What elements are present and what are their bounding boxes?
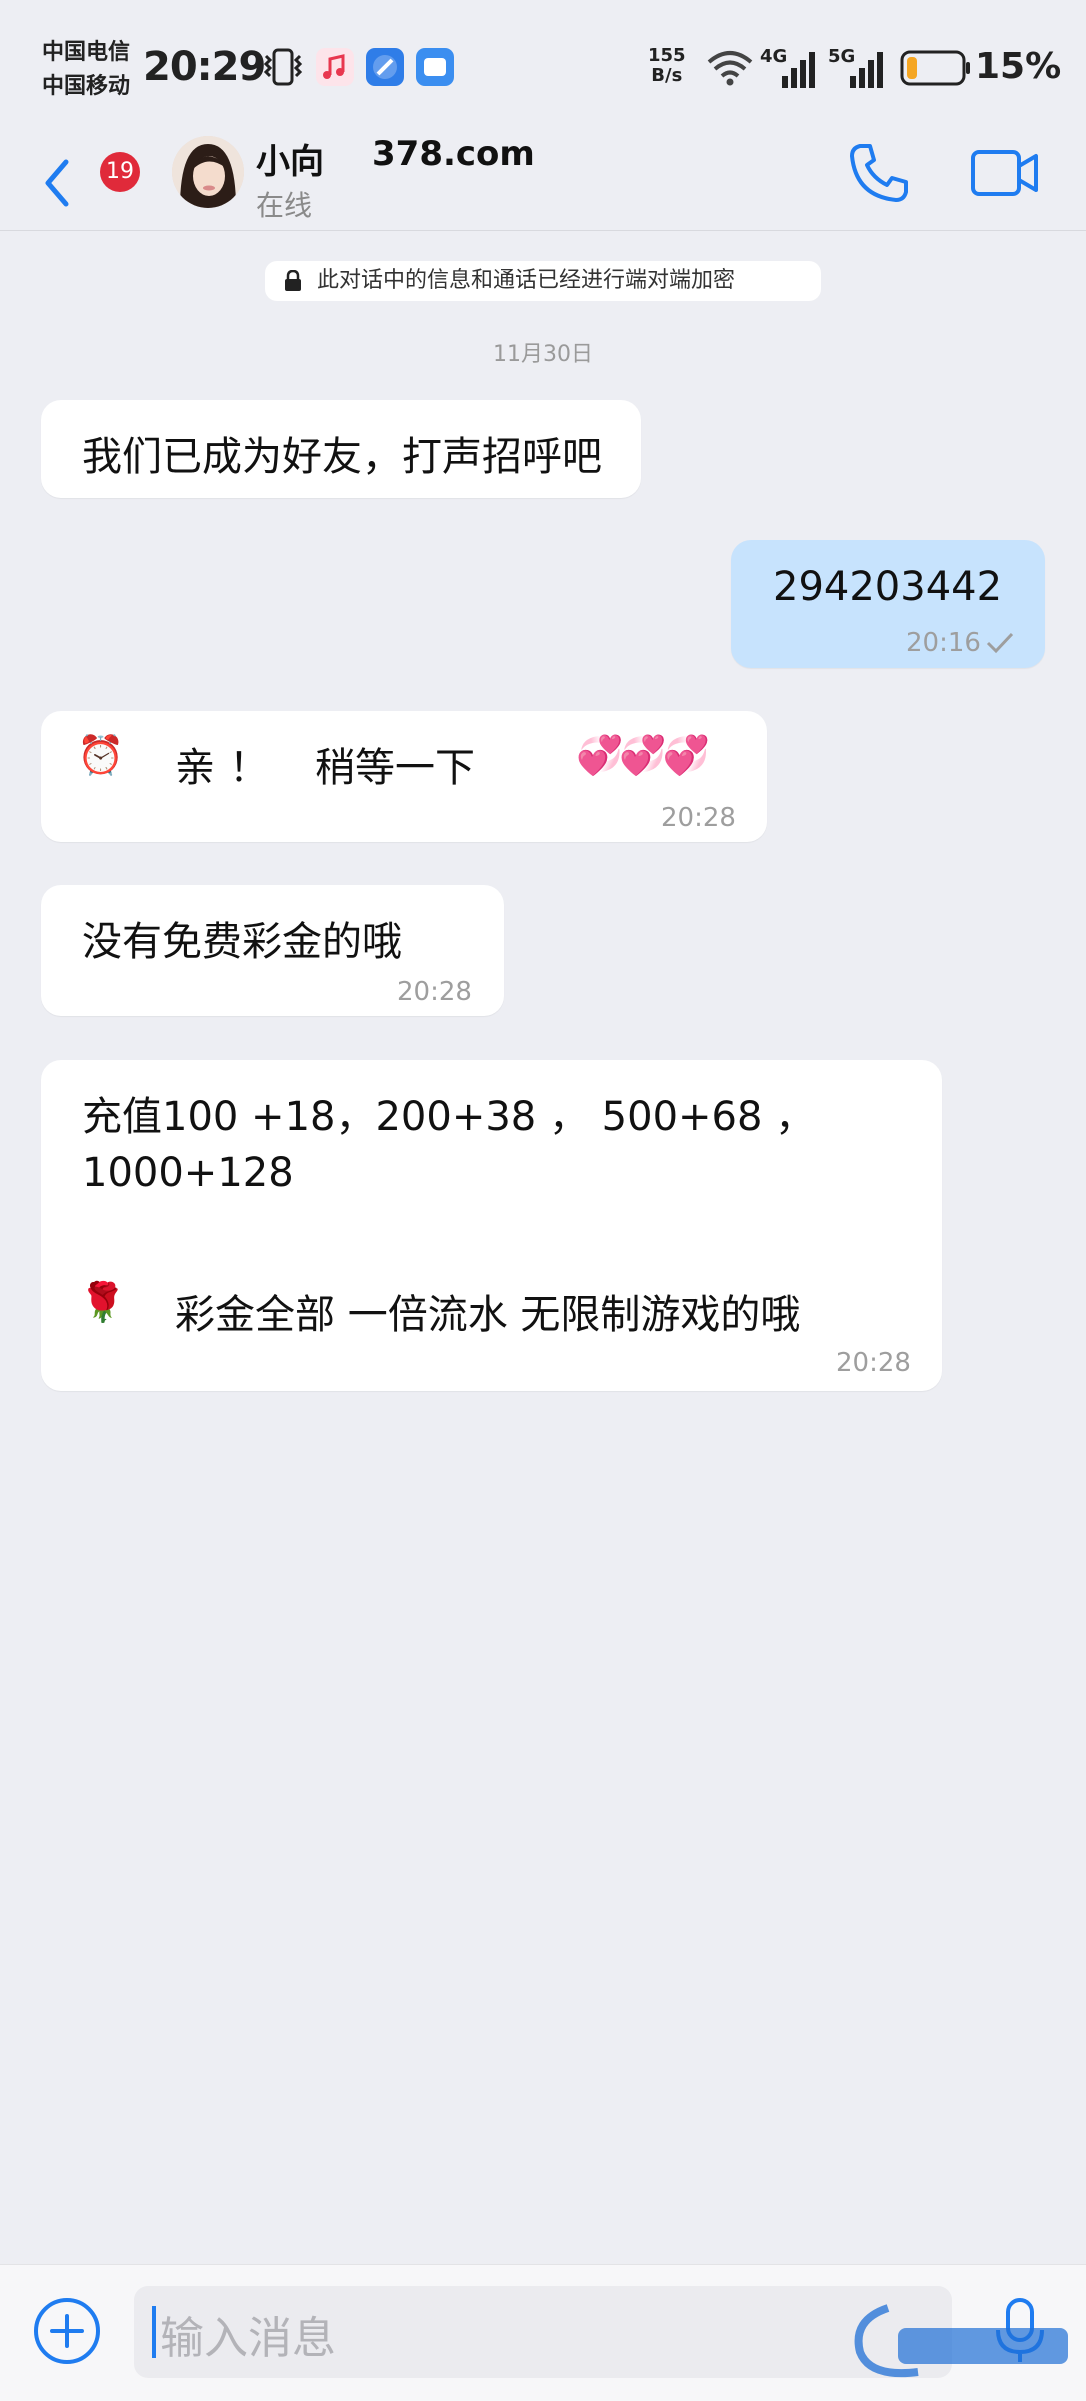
- messenger-app-icon: [416, 48, 454, 86]
- message-time: 20:28: [661, 803, 736, 833]
- vibrate-icon: [263, 48, 303, 86]
- encryption-notice-text: 此对话中的信息和通话已经进行端对端加密: [317, 268, 736, 293]
- contact-site[interactable]: 378.com: [372, 134, 535, 174]
- chevron-left-icon[interactable]: [38, 148, 78, 218]
- message-time: 20:16: [906, 628, 981, 658]
- message-bubble-incoming[interactable]: ⏰ 亲！ 稍等一下 💞💞💞 20:28: [41, 711, 767, 842]
- carrier-1: 中国电信: [42, 40, 131, 65]
- message-time: 20:28: [397, 977, 472, 1007]
- phone-icon[interactable]: [846, 140, 912, 206]
- message-text: 1000+128: [82, 1150, 294, 1196]
- carrier-2: 中国移动: [42, 74, 131, 99]
- watermark-logo: [854, 2304, 1068, 2378]
- carrier-labels: 中国电信 中国移动: [42, 36, 130, 104]
- lock-icon: [285, 270, 301, 291]
- battery-icon: [900, 50, 970, 86]
- message-bubble-incoming[interactable]: 没有免费彩金的哦 20:28: [41, 885, 504, 1016]
- message-bubble-outgoing[interactable]: 294203442 20:16: [731, 540, 1045, 668]
- message-text: 我们已成为好友，打声招呼吧: [82, 434, 602, 480]
- message-bubble-incoming[interactable]: 充值100 +18，200+38 ， 500+68 ， 1000+128 🌹 彩…: [41, 1060, 942, 1391]
- avatar[interactable]: [172, 136, 244, 208]
- message-text: 彩金全部 一倍流水 无限制游戏的哦: [175, 1292, 801, 1338]
- music-app-icon: [316, 48, 354, 86]
- message-text: 294203442: [773, 564, 1003, 610]
- net-speed-unit: B/s: [651, 65, 683, 86]
- contact-status: 在线: [256, 189, 313, 222]
- wifi-icon: [707, 51, 753, 86]
- message-text: 亲！: [175, 745, 283, 791]
- checkmark-icon: [986, 632, 1014, 654]
- unread-badge[interactable]: 19: [100, 152, 140, 192]
- encryption-notice[interactable]: 此对话中的信息和通话已经进行端对端加密: [265, 261, 821, 301]
- hearts-icon: 💞💞💞: [576, 733, 710, 777]
- message-bubble-incoming[interactable]: 我们已成为好友，打声招呼吧: [41, 400, 641, 498]
- battery-percent: 15%: [975, 46, 1062, 87]
- network-speed: 155 B/s: [648, 46, 686, 86]
- rose-icon: 🌹: [79, 1280, 127, 1324]
- chat-header: [0, 136, 1086, 231]
- text-caret: [152, 2306, 156, 2358]
- message-text: 充值100 +18，200+38 ， 500+68 ，: [82, 1094, 816, 1140]
- message-input-placeholder: 输入消息: [160, 2313, 336, 2364]
- signal-bars-icon: [782, 52, 815, 88]
- contact-name[interactable]: 小向: [256, 134, 324, 183]
- plus-circle-icon[interactable]: [32, 2296, 102, 2366]
- status-bar: 中国电信 中国移动 20:29 155 B/s 4G 5G 15%: [0, 0, 1086, 136]
- signal-bars-icon: [850, 52, 883, 88]
- browser-app-icon: [366, 48, 404, 86]
- message-time: 20:28: [836, 1348, 911, 1378]
- video-camera-icon[interactable]: [970, 146, 1040, 200]
- status-time: 20:29: [143, 44, 266, 90]
- date-separator: 11月30日: [493, 342, 593, 367]
- net-speed-value: 155: [648, 45, 686, 66]
- message-text: 稍等一下: [315, 745, 475, 791]
- alarm-clock-icon: ⏰: [77, 733, 125, 777]
- message-text: 没有免费彩金的哦: [82, 919, 402, 965]
